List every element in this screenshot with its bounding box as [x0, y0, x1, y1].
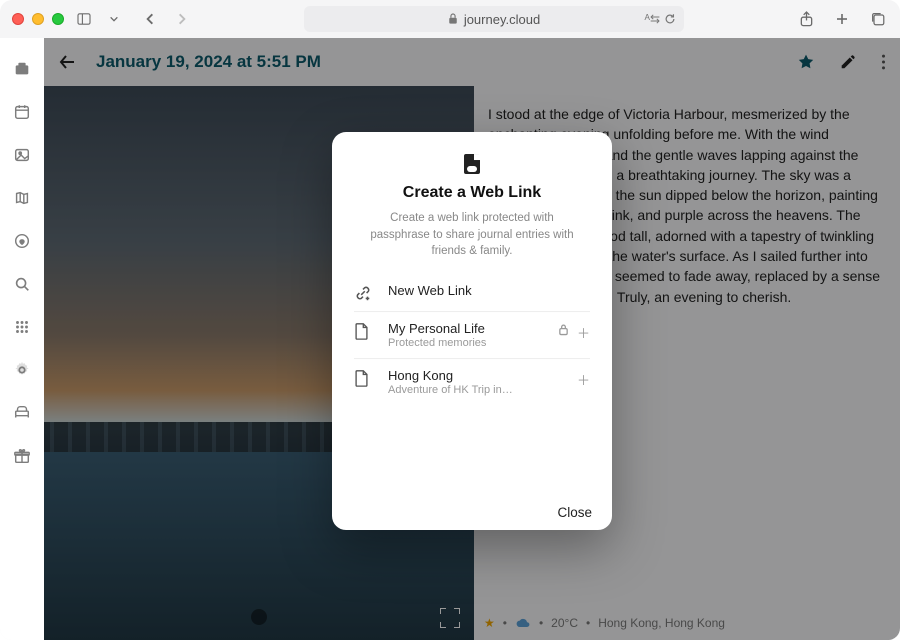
modal-close-button[interactable]: Close	[557, 505, 592, 520]
sidebar-item-settings[interactable]	[13, 361, 31, 379]
new-tab-button[interactable]	[832, 9, 852, 29]
locked-icon	[558, 323, 569, 342]
modal-title: Create a Web Link	[332, 184, 612, 202]
new-web-link-label: New Web Link	[388, 283, 590, 298]
lock-icon	[448, 13, 458, 25]
sidebar-item-coach[interactable]	[13, 404, 31, 422]
entry-main: January 19, 2024 at 5:51 PM I st	[44, 38, 900, 640]
app-sidebar	[0, 38, 44, 640]
sidebar-item-calendar[interactable]	[13, 103, 31, 121]
web-link-row[interactable]: Hong Kong Adventure of HK Trip in… ＋	[354, 359, 590, 405]
link-add-icon	[354, 283, 372, 302]
sidebar-item-timeline[interactable]	[13, 60, 31, 78]
window-traffic-lights	[12, 13, 64, 25]
modal-subtitle: Create a web link protected with passphr…	[332, 202, 612, 274]
web-link-row[interactable]: My Personal Life Protected memories ＋	[354, 312, 590, 359]
app-container: January 19, 2024 at 5:51 PM I st	[0, 38, 900, 640]
sidebar-item-atlas[interactable]	[13, 189, 31, 207]
window-minimize-button[interactable]	[32, 13, 44, 25]
nav-back-button[interactable]	[140, 9, 160, 29]
add-to-link-button[interactable]: ＋	[577, 370, 590, 389]
sidebar-item-search[interactable]	[13, 275, 31, 293]
sidebar-item-apps[interactable]	[13, 318, 31, 336]
file-icon	[354, 321, 372, 340]
add-to-link-button[interactable]: ＋	[577, 323, 590, 342]
tabs-overview-button[interactable]	[868, 9, 888, 29]
window-zoom-button[interactable]	[52, 13, 64, 25]
modal-header-icon	[332, 154, 612, 174]
web-link-title: My Personal Life	[388, 321, 542, 336]
web-link-title: Hong Kong	[388, 368, 561, 383]
sidebar-item-gift[interactable]	[13, 447, 31, 465]
url-host-text: journey.cloud	[464, 12, 540, 27]
tab-dropdown-button[interactable]	[104, 9, 124, 29]
share-button[interactable]	[796, 9, 816, 29]
sidebar-toggle-button[interactable]	[74, 9, 94, 29]
new-web-link-row[interactable]: New Web Link	[354, 274, 590, 312]
nav-forward-button[interactable]	[172, 9, 192, 29]
translate-icon[interactable]: ᴬ⇆	[645, 12, 661, 26]
reload-icon[interactable]	[664, 13, 676, 25]
window-close-button[interactable]	[12, 13, 24, 25]
browser-chrome: journey.cloud ᴬ⇆	[0, 0, 900, 38]
sidebar-item-media[interactable]	[13, 146, 31, 164]
file-icon	[354, 368, 372, 387]
web-link-subtitle: Protected memories	[388, 337, 542, 349]
web-link-subtitle: Adventure of HK Trip in…	[388, 384, 561, 396]
sidebar-item-wellness[interactable]	[13, 232, 31, 250]
url-bar[interactable]: journey.cloud ᴬ⇆	[304, 6, 684, 32]
create-web-link-modal: Create a Web Link Create a web link prot…	[332, 132, 612, 530]
